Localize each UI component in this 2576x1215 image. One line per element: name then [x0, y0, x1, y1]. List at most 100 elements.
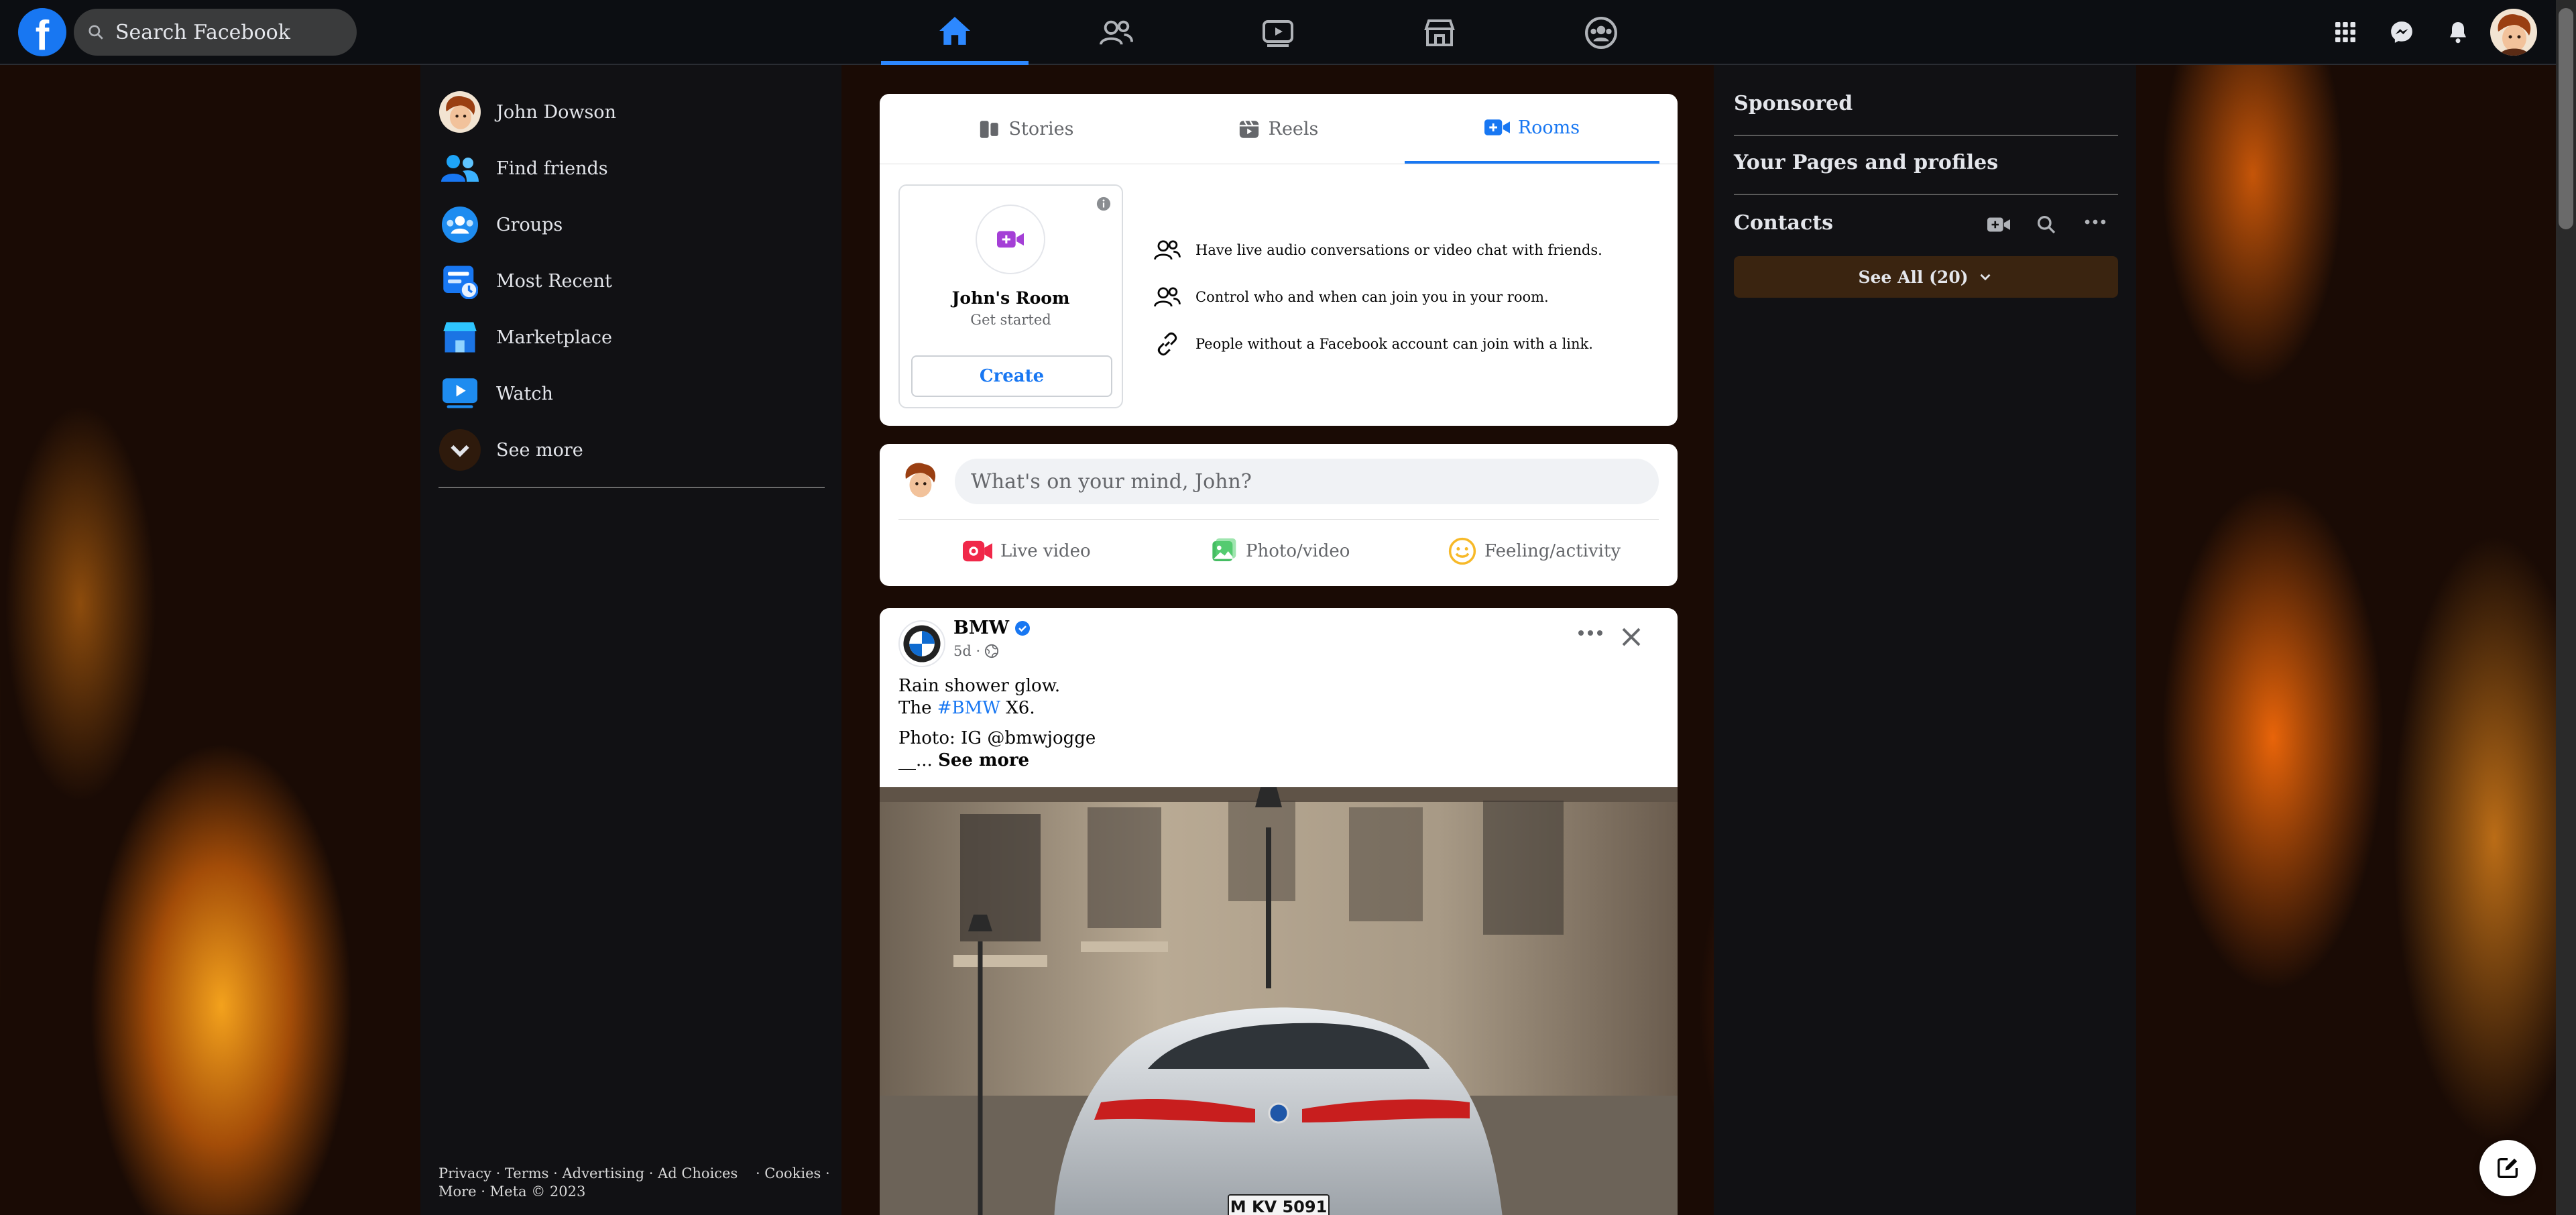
composer-divider — [898, 519, 1659, 520]
post-photo-art: M KV 5091 — [880, 787, 1678, 1215]
search-contacts-icon[interactable] — [2036, 214, 2057, 235]
see-all-label: See All (20) — [1858, 267, 1969, 287]
nav-tab-marketplace[interactable] — [1366, 0, 1513, 65]
messenger-icon[interactable] — [2382, 12, 2422, 52]
tab-label: Stories — [1008, 119, 1074, 139]
friends-icon — [1100, 20, 1133, 45]
avatar — [438, 91, 481, 133]
bmw-logo-icon[interactable] — [898, 620, 945, 667]
sidebar-item-label: Watch — [496, 383, 553, 404]
right-divider — [1734, 194, 2118, 195]
new-room-icon[interactable] — [1987, 215, 2010, 234]
link-icon — [1153, 332, 1182, 356]
marketplace-icon — [438, 316, 481, 359]
license-plate-text: M KV 5091 — [1230, 1198, 1328, 1215]
avatar[interactable] — [898, 458, 941, 501]
globe-icon — [985, 644, 999, 658]
info-text: People without a Facebook account can jo… — [1195, 336, 1593, 352]
tab-rooms[interactable]: Rooms — [1405, 94, 1659, 164]
live-video-icon — [963, 540, 992, 562]
sidebar-item-watch[interactable]: Watch — [438, 370, 827, 417]
pages-profiles-heading[interactable]: Your Pages and profiles — [1734, 151, 1998, 174]
nav-tab-groups[interactable] — [1527, 0, 1675, 65]
post-photo[interactable]: M KV 5091 — [880, 787, 1678, 1215]
live-video-button[interactable]: Live video — [963, 528, 1091, 575]
info-icon[interactable] — [1096, 196, 1111, 211]
footer-links[interactable]: Privacy · Terms · Advertising · Ad Choic… — [438, 1165, 834, 1201]
post-author-name[interactable]: BMW — [953, 618, 1009, 638]
contacts-heading: Contacts — [1734, 211, 1834, 235]
more-options-icon[interactable] — [1577, 627, 1604, 640]
feed-post: BMW 5d · Rain shower glow. The #BMW X6. … — [880, 608, 1678, 1215]
home-icon — [939, 16, 970, 45]
tab-label: Rooms — [1517, 117, 1580, 138]
footer-line-1[interactable]: Privacy · Terms · Advertising · Ad Choic… — [438, 1165, 834, 1183]
search-icon — [89, 25, 103, 40]
scrollbar-thumb[interactable] — [2559, 8, 2573, 229]
nav-tab-home[interactable] — [881, 0, 1029, 65]
post-line-3: Photo: IG @bmwjogge — [898, 728, 1096, 748]
nav-tab-watch[interactable] — [1204, 0, 1352, 65]
feeling-activity-button[interactable]: Feeling/activity — [1448, 528, 1621, 575]
notifications-bell-icon[interactable] — [2438, 12, 2478, 52]
sidebar-item-see-more[interactable]: See more — [438, 426, 827, 473]
right-divider — [1734, 135, 2118, 136]
nav-tab-friends[interactable] — [1043, 0, 1190, 65]
room-preview-box: John's Room Get started Create — [898, 184, 1123, 408]
photo-icon — [1212, 538, 1236, 561]
verified-badge-icon — [1015, 620, 1031, 636]
sidebar-item-groups[interactable]: Groups — [438, 201, 827, 248]
tab-reels[interactable]: Reels — [1151, 94, 1405, 164]
stories-icon — [980, 120, 998, 138]
account-avatar[interactable] — [2490, 9, 2537, 56]
sponsored-heading: Sponsored — [1734, 92, 1853, 115]
new-message-button[interactable] — [2479, 1140, 2536, 1196]
post-line-2-prefix: The — [898, 698, 937, 718]
post-text: Rain shower glow. The #BMW X6. Photo: IG… — [898, 675, 1096, 772]
watch-icon — [438, 372, 481, 415]
marketplace-icon — [1424, 19, 1455, 46]
search-input[interactable]: Search Facebook — [74, 9, 357, 56]
sidebar-item-profile[interactable]: John Dowson — [438, 89, 827, 135]
close-icon[interactable] — [1619, 625, 1643, 652]
info-item: People without a Facebook account can jo… — [1153, 324, 1635, 364]
info-text: Have live audio conversations or video c… — [1195, 242, 1602, 258]
more-options-icon[interactable] — [2084, 218, 2107, 226]
post-line-4: __... See more — [898, 750, 1096, 772]
reels-icon — [1239, 120, 1258, 138]
see-all-contacts-button[interactable]: See All (20) — [1734, 256, 2118, 298]
post-author[interactable]: BMW — [953, 618, 1031, 638]
tab-stories[interactable]: Stories — [898, 94, 1153, 164]
facebook-logo-icon[interactable]: f — [18, 8, 66, 56]
live-video-label: Live video — [1000, 541, 1091, 561]
sidebar-item-label: Find friends — [496, 158, 608, 179]
hashtag-link[interactable]: #BMW — [937, 698, 1000, 718]
whats-on-your-mind-input[interactable]: What's on your mind, John? — [955, 459, 1659, 504]
menu-grid-icon[interactable] — [2325, 12, 2365, 52]
compose-icon — [2498, 1158, 2518, 1178]
photo-video-label: Photo/video — [1246, 541, 1350, 561]
post-line-4-prefix: __... — [898, 750, 939, 770]
sidebar-item-most-recent[interactable]: Most Recent — [438, 257, 827, 304]
video-room-icon — [976, 205, 1045, 274]
top-bar: f Search Facebook — [0, 0, 2576, 65]
feeling-activity-label: Feeling/activity — [1484, 541, 1621, 561]
create-room-button[interactable]: Create — [911, 355, 1112, 397]
post-time[interactable]: 5d · — [953, 643, 980, 659]
post-meta: 5d · — [953, 643, 999, 659]
sidebar-item-marketplace[interactable]: Marketplace — [438, 314, 827, 361]
sidebar-item-label: John Dowson — [496, 101, 616, 123]
people-icon — [1153, 238, 1182, 262]
sidebar-item-label: Groups — [496, 214, 563, 235]
sidebar-item-find-friends[interactable]: Find friends — [438, 145, 827, 192]
room-subtitle: Get started — [970, 312, 1051, 328]
people-control-icon — [1153, 285, 1182, 309]
friends-icon — [438, 147, 481, 190]
see-more-link[interactable]: See more — [938, 750, 1029, 770]
footer-line-2[interactable]: More · Meta © 2023 — [438, 1183, 834, 1201]
info-text: Control who and when can join you in you… — [1195, 289, 1549, 305]
sidebar-item-label: Most Recent — [496, 270, 612, 292]
sidebar-item-label: See more — [496, 439, 583, 461]
sidebar-item-label: Marketplace — [496, 327, 612, 348]
photo-video-button[interactable]: Photo/video — [1210, 528, 1350, 575]
